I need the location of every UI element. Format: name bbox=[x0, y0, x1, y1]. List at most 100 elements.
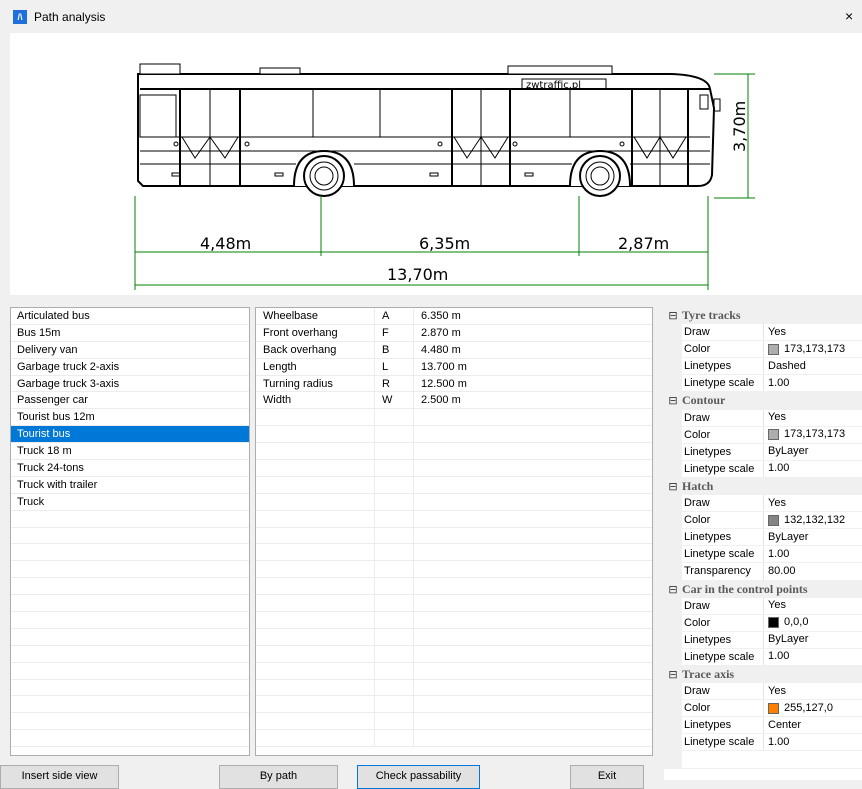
vehicle-list-item[interactable]: Garbage truck 3-axis bbox=[11, 376, 249, 393]
exit-button[interactable]: Exit bbox=[570, 765, 644, 789]
list-empty-row bbox=[11, 578, 249, 596]
parameter-row bbox=[256, 443, 652, 461]
vehicle-list-item[interactable]: Delivery van bbox=[11, 342, 249, 359]
parameter-value: 13.700 m bbox=[421, 360, 467, 373]
property-row[interactable]: Draw Yes bbox=[664, 409, 862, 427]
property-value[interactable]: 1.00 bbox=[764, 461, 862, 477]
property-value-text: ByLayer bbox=[768, 633, 809, 646]
property-value[interactable]: 1.00 bbox=[764, 546, 862, 562]
parameter-value bbox=[414, 544, 652, 560]
property-value[interactable]: 1.00 bbox=[764, 375, 862, 391]
property-row[interactable]: Color 0,0,0 bbox=[664, 614, 862, 632]
property-section-title: Tyre tracks bbox=[682, 308, 741, 322]
property-row[interactable]: Color 173,173,173 bbox=[664, 426, 862, 444]
property-row[interactable]: Transparency 80.00 bbox=[664, 563, 862, 581]
vehicle-list-item[interactable]: Passenger car bbox=[11, 392, 249, 410]
dim-wheelbase: 6,35m bbox=[419, 234, 470, 253]
property-row[interactable]: Draw Yes bbox=[664, 324, 862, 342]
list-empty-row bbox=[11, 730, 249, 748]
property-section-title: Trace axis bbox=[682, 666, 735, 681]
property-value[interactable]: ByLayer bbox=[764, 632, 862, 648]
property-row[interactable]: Linetype scale 1.00 bbox=[664, 460, 862, 478]
color-swatch-icon bbox=[768, 702, 779, 714]
property-row[interactable]: Linetypes ByLayer bbox=[664, 529, 862, 547]
vehicle-list-item[interactable]: Truck bbox=[11, 494, 249, 511]
by-path-button[interactable]: By path bbox=[219, 765, 338, 789]
property-value[interactable]: Yes bbox=[764, 598, 862, 614]
display-properties-grid[interactable]: ⊟ Tyre tracks Draw Yes Color 173,173,173 Linet… bbox=[664, 307, 862, 780]
parameter-value: 2.500 m bbox=[421, 394, 461, 407]
property-row[interactable]: Color 255,127,0 bbox=[664, 700, 862, 718]
collapse-icon[interactable]: ⊟ bbox=[664, 666, 682, 683]
property-value[interactable]: ByLayer bbox=[764, 444, 862, 460]
property-name: Color bbox=[682, 614, 764, 631]
property-row[interactable]: Linetype scale 1.00 bbox=[664, 546, 862, 564]
property-row[interactable]: Linetypes Dashed bbox=[664, 358, 862, 376]
property-value-text: Yes bbox=[768, 684, 786, 697]
property-value[interactable]: 173,173,173 bbox=[764, 341, 862, 357]
parameter-name bbox=[256, 662, 375, 679]
property-value[interactable]: Yes bbox=[764, 410, 862, 426]
insert-side-view-button[interactable]: Insert side view bbox=[0, 765, 119, 789]
property-value[interactable]: ByLayer bbox=[764, 529, 862, 545]
collapse-icon[interactable]: ⊟ bbox=[664, 581, 682, 598]
property-row[interactable]: Draw Yes bbox=[664, 495, 862, 513]
vehicle-list-item[interactable]: Bus 15m bbox=[11, 325, 249, 342]
parameter-row bbox=[256, 679, 652, 697]
vehicle-list-item[interactable]: Tourist bus 12m bbox=[11, 409, 249, 427]
property-section-header[interactable]: ⊟ Trace axis bbox=[664, 665, 862, 684]
parameter-symbol bbox=[375, 578, 414, 595]
property-gutter bbox=[664, 751, 682, 768]
vehicle-list-item[interactable]: Truck 18 m bbox=[11, 443, 249, 461]
property-row[interactable]: Linetypes ByLayer bbox=[664, 631, 862, 649]
property-section-header[interactable]: ⊟ Car in the control points bbox=[664, 580, 862, 598]
property-value[interactable]: 1.00 bbox=[764, 649, 862, 665]
collapse-icon[interactable]: ⊟ bbox=[664, 392, 682, 409]
property-value[interactable]: 1.00 bbox=[764, 734, 862, 750]
parameter-symbol bbox=[375, 730, 414, 747]
property-row[interactable]: Color 173,173,173 bbox=[664, 341, 862, 359]
parameter-symbol bbox=[375, 476, 414, 493]
vehicle-list-item[interactable]: Tourist bus bbox=[11, 426, 249, 444]
property-row[interactable]: Color 132,132,132 bbox=[664, 512, 862, 530]
vehicle-list-item[interactable]: Truck with trailer bbox=[11, 477, 249, 494]
property-value[interactable]: 132,132,132 bbox=[764, 512, 862, 528]
property-row[interactable]: Linetypes ByLayer bbox=[664, 443, 862, 461]
property-value[interactable]: 173,173,173 bbox=[764, 427, 862, 443]
property-row[interactable]: Draw Yes bbox=[664, 683, 862, 701]
property-section-title: Car in the control points bbox=[682, 581, 808, 596]
property-value[interactable]: 0,0,0 bbox=[764, 615, 862, 631]
vehicle-list-item[interactable]: Articulated bus bbox=[11, 308, 249, 325]
close-icon[interactable]: × bbox=[845, 8, 853, 24]
property-row[interactable]: Linetype scale 1.00 bbox=[664, 375, 862, 393]
parameter-symbol: A bbox=[375, 308, 414, 324]
property-name: Color bbox=[682, 512, 764, 529]
property-row[interactable]: Linetype scale 1.00 bbox=[664, 734, 862, 752]
collapse-icon[interactable]: ⊟ bbox=[664, 478, 682, 495]
vehicle-list[interactable]: Articulated bus Bus 15m Delivery van Garbag… bbox=[10, 307, 250, 756]
vehicle-list-item[interactable]: Garbage truck 2-axis bbox=[11, 359, 249, 376]
property-section-header[interactable]: ⊟ Hatch bbox=[664, 477, 862, 496]
property-value[interactable]: Yes bbox=[764, 683, 862, 699]
property-row[interactable]: Linetype scale 1.00 bbox=[664, 648, 862, 666]
parameter-name bbox=[256, 493, 375, 510]
window-title: Path analysis bbox=[34, 10, 106, 24]
property-value[interactable]: 255,127,0 bbox=[764, 700, 862, 716]
property-value[interactable]: Yes bbox=[764, 324, 862, 340]
property-value[interactable]: 80.00 bbox=[764, 563, 862, 579]
property-section-header[interactable]: ⊟ Tyre tracks bbox=[664, 307, 862, 325]
property-value[interactable]: Yes bbox=[764, 495, 862, 511]
property-row[interactable]: Draw Yes bbox=[664, 597, 862, 615]
vehicle-list-item[interactable]: Truck 24-tons bbox=[11, 460, 249, 477]
parameter-symbol bbox=[375, 595, 414, 612]
property-gutter bbox=[664, 683, 682, 700]
parameter-name: Wheelbase bbox=[256, 308, 375, 324]
property-value[interactable]: Center bbox=[764, 717, 862, 733]
property-name: Linetypes bbox=[682, 529, 764, 546]
collapse-icon[interactable]: ⊟ bbox=[664, 307, 682, 324]
property-section-header[interactable]: ⊟ Contour bbox=[664, 392, 862, 410]
property-row[interactable]: Linetypes Center bbox=[664, 717, 862, 735]
parameter-symbol: F bbox=[375, 324, 414, 341]
property-value[interactable]: Dashed bbox=[764, 358, 862, 374]
check-passability-button[interactable]: Check passability bbox=[357, 765, 480, 789]
